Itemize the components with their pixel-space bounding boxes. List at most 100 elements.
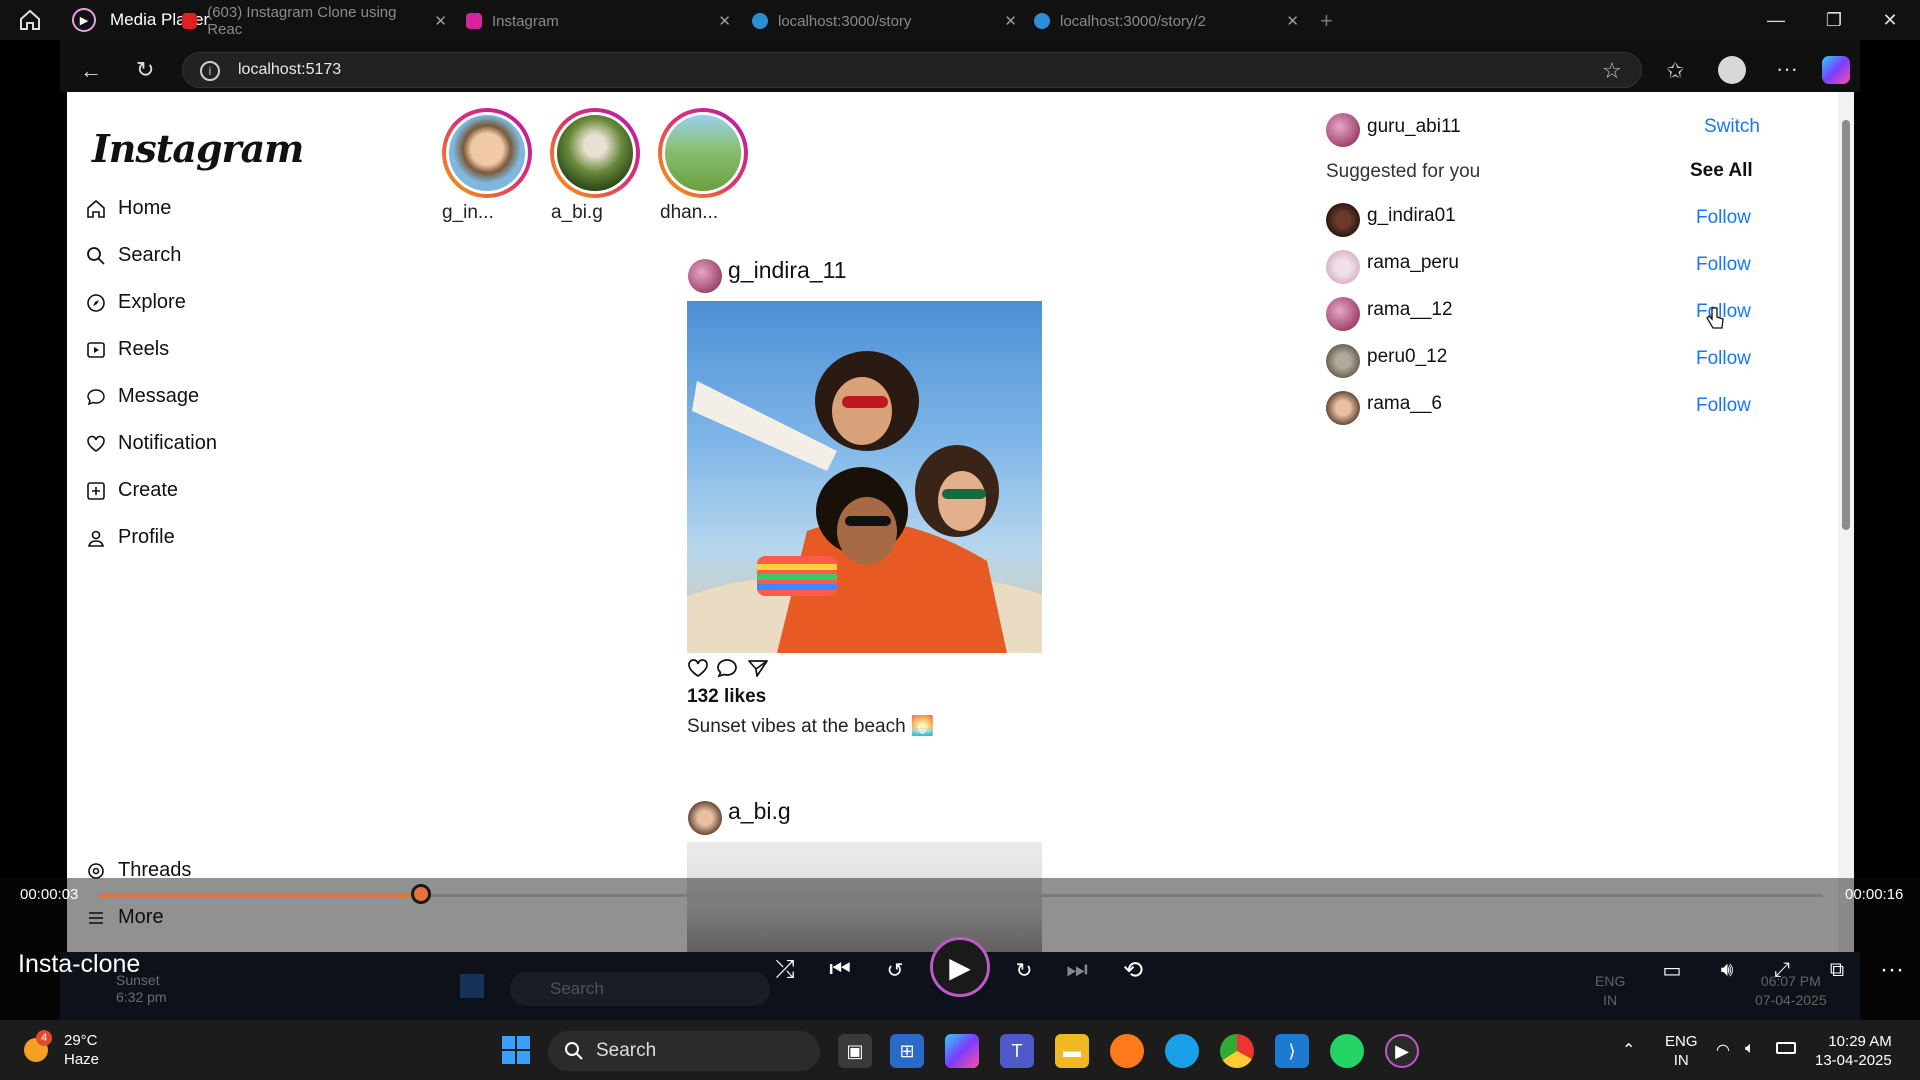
- address-bar[interactable]: [182, 52, 1642, 88]
- minimize-icon[interactable]: —: [1756, 6, 1796, 34]
- vscode-icon[interactable]: ⟩: [1275, 1034, 1309, 1068]
- battery-icon[interactable]: [1776, 1042, 1796, 1054]
- post-image[interactable]: [687, 301, 1042, 653]
- shuffle-icon[interactable]: ⤮: [768, 953, 802, 987]
- close-icon[interactable]: ✕: [434, 12, 447, 30]
- close-window-icon[interactable]: ✕: [1870, 6, 1910, 34]
- refresh-icon[interactable]: ↻: [136, 57, 154, 83]
- volume-icon[interactable]: 🔊︎: [1710, 953, 1744, 987]
- share-icon[interactable]: [747, 658, 769, 683]
- mini-player-icon[interactable]: ⧉: [1820, 953, 1854, 987]
- story-avatar[interactable]: [550, 108, 640, 198]
- weather-widget[interactable]: 4: [20, 1030, 56, 1066]
- nav-search[interactable]: Search: [86, 244, 181, 267]
- region-label: IN: [1673, 1052, 1689, 1069]
- whatsapp-icon[interactable]: [1330, 1034, 1364, 1068]
- favorite-star-icon[interactable]: ☆: [1602, 58, 1622, 84]
- language-indicator[interactable]: ENG IN: [1665, 1032, 1698, 1070]
- nav-home[interactable]: Home: [86, 197, 171, 220]
- nav-reels[interactable]: Reels: [86, 338, 169, 361]
- fullscreen-icon[interactable]: ⤢: [1765, 953, 1799, 987]
- follow-button[interactable]: Follow: [1696, 348, 1751, 370]
- suggested-avatar[interactable]: [1326, 203, 1360, 237]
- scrollbar-thumb[interactable]: [1842, 120, 1850, 530]
- suggested-username[interactable]: peru0_12: [1367, 346, 1447, 368]
- windows-start-icon[interactable]: [502, 1036, 530, 1069]
- suggested-username[interactable]: g_indira01: [1367, 205, 1456, 227]
- repeat-off-icon[interactable]: ⟲: [1116, 953, 1150, 987]
- suggested-avatar[interactable]: [1326, 297, 1360, 331]
- copilot-icon[interactable]: [945, 1034, 979, 1068]
- speaker-icon[interactable]: 🔈︎: [1745, 1040, 1755, 1058]
- wifi-icon[interactable]: ◠: [1716, 1040, 1730, 1060]
- current-username[interactable]: guru_abi11: [1367, 116, 1461, 138]
- back-icon[interactable]: ←: [80, 58, 102, 84]
- chrome-icon[interactable]: [1220, 1034, 1254, 1068]
- suggested-username[interactable]: rama_peru: [1367, 252, 1459, 274]
- microsoft-store-icon[interactable]: ⊞: [890, 1034, 924, 1068]
- story-avatar[interactable]: [658, 108, 748, 198]
- lang-label: ENG: [1665, 1033, 1698, 1050]
- seek-handle[interactable]: [411, 884, 431, 904]
- post-caption: Sunset vibes at the beach 🌅: [687, 716, 935, 737]
- teams-icon[interactable]: T: [1000, 1034, 1034, 1068]
- close-icon[interactable]: ✕: [1286, 12, 1299, 30]
- story-avatar[interactable]: [442, 108, 532, 198]
- nav-message[interactable]: Message: [86, 385, 199, 408]
- close-icon[interactable]: ✕: [718, 12, 731, 30]
- nav-create[interactable]: Create: [86, 479, 178, 502]
- nav-explore[interactable]: Explore: [86, 291, 186, 314]
- profile-avatar[interactable]: [1718, 56, 1746, 84]
- browser-tab-youtube[interactable]: (603) Instagram Clone using Reac ✕: [182, 4, 447, 38]
- follow-button[interactable]: Follow: [1696, 207, 1751, 229]
- suggested-username[interactable]: rama__6: [1367, 393, 1442, 415]
- post-avatar[interactable]: [688, 259, 722, 293]
- suggested-username[interactable]: rama__12: [1367, 299, 1453, 321]
- forward-30-icon[interactable]: ↻: [1007, 953, 1041, 987]
- captions-icon[interactable]: ▭: [1655, 953, 1689, 987]
- next-icon[interactable]: ⏭: [1060, 953, 1094, 987]
- nav-notification[interactable]: Notification: [86, 432, 217, 455]
- close-icon[interactable]: ✕: [1004, 12, 1017, 30]
- url-text[interactable]: localhost:5173: [238, 61, 341, 79]
- like-icon[interactable]: [687, 658, 709, 683]
- more-options-icon[interactable]: ···: [1776, 56, 1798, 82]
- instagram-logo[interactable]: Instagram: [92, 126, 304, 171]
- suggested-avatar[interactable]: [1326, 391, 1360, 425]
- see-all-link[interactable]: See All: [1690, 160, 1753, 182]
- previous-icon[interactable]: ⏮: [823, 953, 857, 987]
- firefox-icon[interactable]: [1110, 1034, 1144, 1068]
- switch-button[interactable]: Switch: [1704, 116, 1760, 138]
- comment-icon[interactable]: [716, 658, 738, 683]
- weather-text[interactable]: 29°C Haze: [64, 1031, 99, 1069]
- play-button[interactable]: ▶: [930, 937, 990, 997]
- rewind-10-icon[interactable]: ↺: [878, 953, 912, 987]
- current-user-avatar[interactable]: [1326, 113, 1360, 147]
- page-scrollbar[interactable]: [1838, 92, 1854, 952]
- home-icon[interactable]: [18, 8, 42, 32]
- browser-tab-story-2[interactable]: localhost:3000/story/2 ✕: [1034, 6, 1299, 36]
- nav-profile[interactable]: Profile: [86, 526, 175, 549]
- copilot-icon[interactable]: [1822, 56, 1850, 84]
- suggested-avatar[interactable]: [1326, 250, 1360, 284]
- more-options-icon[interactable]: ···: [1875, 953, 1909, 987]
- browser-tab-story[interactable]: localhost:3000/story ✕: [752, 6, 1017, 36]
- browser-tab-instagram[interactable]: Instagram ✕: [466, 6, 731, 36]
- edge-icon[interactable]: [1165, 1034, 1199, 1068]
- task-view-icon[interactable]: ▣: [838, 1034, 872, 1068]
- file-explorer-icon[interactable]: ▬: [1055, 1034, 1089, 1068]
- suggested-avatar[interactable]: [1326, 344, 1360, 378]
- system-clock[interactable]: 10:29 AM 13-04-2025: [1815, 1032, 1892, 1070]
- follow-button[interactable]: Follow: [1696, 395, 1751, 417]
- post-avatar[interactable]: [688, 801, 722, 835]
- chevron-up-icon[interactable]: ⌃: [1622, 1040, 1635, 1060]
- info-icon[interactable]: i: [200, 61, 220, 81]
- post-username[interactable]: g_indira_11: [728, 257, 847, 284]
- post-username[interactable]: a_bi.g: [728, 798, 791, 825]
- new-tab-icon[interactable]: +: [1320, 6, 1350, 36]
- follow-button[interactable]: Follow: [1696, 254, 1751, 276]
- media-player-icon[interactable]: ▶: [1385, 1034, 1419, 1068]
- restore-icon[interactable]: ❐: [1814, 6, 1854, 34]
- favorites-icon[interactable]: ✩: [1666, 58, 1684, 84]
- taskbar-search[interactable]: Search: [548, 1031, 820, 1071]
